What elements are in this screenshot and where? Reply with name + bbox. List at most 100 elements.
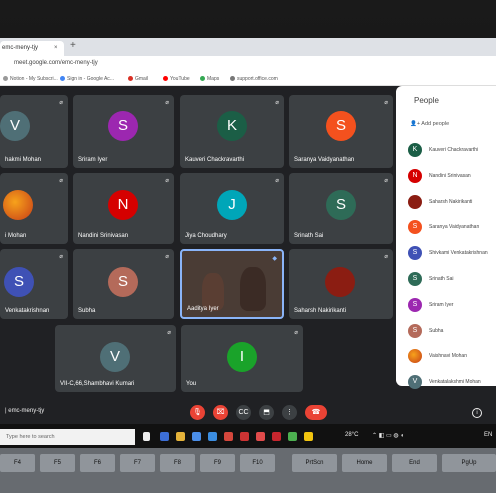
avatar: V <box>100 342 130 372</box>
present-button[interactable]: ⬒ <box>259 405 274 420</box>
active-speaker-tile[interactable]: Aaditya Iyer ◆ <box>180 249 284 319</box>
speaking-icon: ◆ <box>272 256 277 262</box>
list-item[interactable]: S Shivkami Venkatakrishnan <box>396 241 496 267</box>
participant-tile[interactable]: S Sriram Iyer ⌀ <box>73 95 174 168</box>
search-input[interactable]: Type here to search <box>0 429 135 445</box>
bookmark-item[interactable]: Gmail <box>128 76 148 82</box>
participant-name: Subha <box>78 308 96 314</box>
tray-icons[interactable]: ⌃ ◧ ▭ ◍ ◖ <box>372 432 404 439</box>
meeting-code: | emc-meny-tjy <box>5 408 45 414</box>
mail-icon[interactable] <box>208 432 217 441</box>
avatar: S <box>108 267 138 297</box>
avatar: S <box>108 111 138 141</box>
keyboard-key: End <box>392 454 437 472</box>
app-icon[interactable] <box>304 432 313 441</box>
edge-icon[interactable] <box>160 432 169 441</box>
mic-muted-icon: ⌀ <box>165 178 169 184</box>
participant-name: You <box>186 381 197 387</box>
keyboard-key: F7 <box>120 454 155 472</box>
participant-tile[interactable]: S Subha ⌀ <box>73 249 174 319</box>
participant-name: VII-C,66,Shambhavi Kumari <box>60 381 135 387</box>
active-tab[interactable]: emc-meny-tjy × <box>0 41 64 56</box>
participant-tile[interactable]: K Kauveri Chackravarthi ⌀ <box>180 95 284 168</box>
list-item[interactable]: Vaishnavi Mohan <box>396 344 496 370</box>
participant-name: i Mohan <box>5 233 27 239</box>
participant-tile[interactable]: Saharsh Nakirikanti ⌀ <box>289 249 393 319</box>
participant-tile[interactable]: N Nandini Srinivasan ⌀ <box>73 173 174 244</box>
new-tab-button[interactable]: + <box>70 40 76 51</box>
avatar: V <box>408 375 422 390</box>
participant-name: Srinath Sai <box>294 233 324 239</box>
gmail-icon <box>128 76 133 82</box>
list-item[interactable]: K Kauveri Chackravarthi <box>396 138 496 164</box>
participant-tile[interactable]: I You ⌀ <box>181 325 303 392</box>
avatar: S <box>408 297 422 312</box>
participant-tile[interactable]: V hakmi Mohan ⌀ <box>0 95 68 168</box>
leave-call-button[interactable]: ☎ <box>305 405 327 420</box>
mic-button[interactable]: 🎙 <box>190 405 205 420</box>
chrome-icon[interactable] <box>288 432 297 441</box>
more-options-button[interactable]: ⋮ <box>282 405 297 420</box>
person-name: Vaishnavi Mohan <box>429 353 467 360</box>
avatar: V <box>0 111 30 141</box>
google-icon <box>60 76 65 82</box>
app-icon[interactable] <box>272 432 281 441</box>
person-name: Saharsh Nakirikanti <box>429 198 473 205</box>
avatar: S <box>408 246 422 261</box>
keyboard-key: F5 <box>40 454 75 472</box>
person-name: Kauveri Chackravarthi <box>429 147 479 153</box>
folder-icon[interactable] <box>176 432 185 441</box>
list-item[interactable]: V Venkatalakshmi Mohan <box>396 370 496 396</box>
participant-tile[interactable]: S Venkatakrishnan ⌀ <box>0 249 68 319</box>
keyboard-key: PgUp <box>442 454 496 472</box>
participant-tile[interactable]: S Srinath Sai ⌀ <box>289 173 393 244</box>
mic-muted-icon: ⌀ <box>384 178 388 184</box>
list-item[interactable]: S Subha <box>396 319 496 345</box>
tab-title: emc-meny-tjy <box>2 45 39 51</box>
captions-button[interactable]: CC <box>236 405 251 420</box>
list-item[interactable]: S Sriram Iyer <box>396 293 496 319</box>
task-view-icon[interactable] <box>143 432 150 441</box>
address-bar[interactable]: meet.google.com/emc-meny-tjy <box>0 56 496 72</box>
add-people-button[interactable]: 👤+ Add people <box>410 121 449 127</box>
list-item[interactable]: S Saranya Vaidyanathan <box>396 215 496 241</box>
avatar: J <box>217 190 247 220</box>
participant-name: Kauveri Chackravarthi <box>185 157 245 163</box>
camera-button[interactable]: ⌧ <box>213 405 228 420</box>
list-item[interactable]: Saharsh Nakirikanti <box>396 190 496 216</box>
screen: emc-meny-tjy × + meet.google.com/emc-men… <box>0 38 496 450</box>
youtube-icon <box>163 76 168 82</box>
maps-icon <box>200 76 205 82</box>
url-field[interactable]: meet.google.com/emc-meny-tjy <box>14 59 494 70</box>
bookmark-item[interactable]: support.office.com <box>230 76 278 82</box>
language-indicator[interactable]: EN <box>484 432 492 438</box>
mic-muted-icon: ⌀ <box>275 178 279 184</box>
close-icon[interactable]: × <box>54 45 58 51</box>
list-item[interactable]: S Srinath Sai <box>396 267 496 293</box>
app-icon[interactable] <box>256 432 265 441</box>
avatar: S <box>4 267 34 297</box>
store-icon[interactable] <box>192 432 201 441</box>
participant-name: Saranya Vaidyanathan <box>294 157 355 163</box>
participant-tile[interactable]: V VII-C,66,Shambhavi Kumari ⌀ <box>55 325 176 392</box>
bookmark-item[interactable]: YouTube <box>163 76 190 82</box>
bookmark-item[interactable]: Sign in - Google Ac... <box>60 76 114 82</box>
page-icon <box>3 76 8 82</box>
keyboard-key: F9 <box>200 454 235 472</box>
participant-tile[interactable]: i Mohan ⌀ <box>0 173 68 244</box>
meeting-controls: | emc-meny-tjy 🎙 ⌧ CC ⬒ ⋮ ☎ i <box>0 400 496 424</box>
participant-tile[interactable]: J Jiya Choudhary ⌀ <box>180 173 284 244</box>
people-panel: People 👤+ Add people K Kauveri Chackravar… <box>396 86 496 390</box>
weather-widget[interactable]: 28°C <box>345 432 358 438</box>
participant-tile[interactable]: S Saranya Vaidyanathan ⌀ <box>289 95 393 168</box>
bookmark-item[interactable]: Maps <box>200 76 219 82</box>
app-icon[interactable] <box>224 432 233 441</box>
bookmark-item[interactable]: Notion - My Subscri... <box>3 76 58 82</box>
mic-muted-icon: ⌀ <box>59 254 63 260</box>
app-icon[interactable] <box>240 432 249 441</box>
add-person-icon: 👤+ <box>410 121 421 127</box>
person-name: Shivkami Venkatakrishnan <box>429 250 488 257</box>
mic-muted-icon: ⌀ <box>59 100 63 106</box>
list-item[interactable]: N Nandini Srinivasan <box>396 164 496 190</box>
info-icon[interactable]: i <box>472 408 482 418</box>
